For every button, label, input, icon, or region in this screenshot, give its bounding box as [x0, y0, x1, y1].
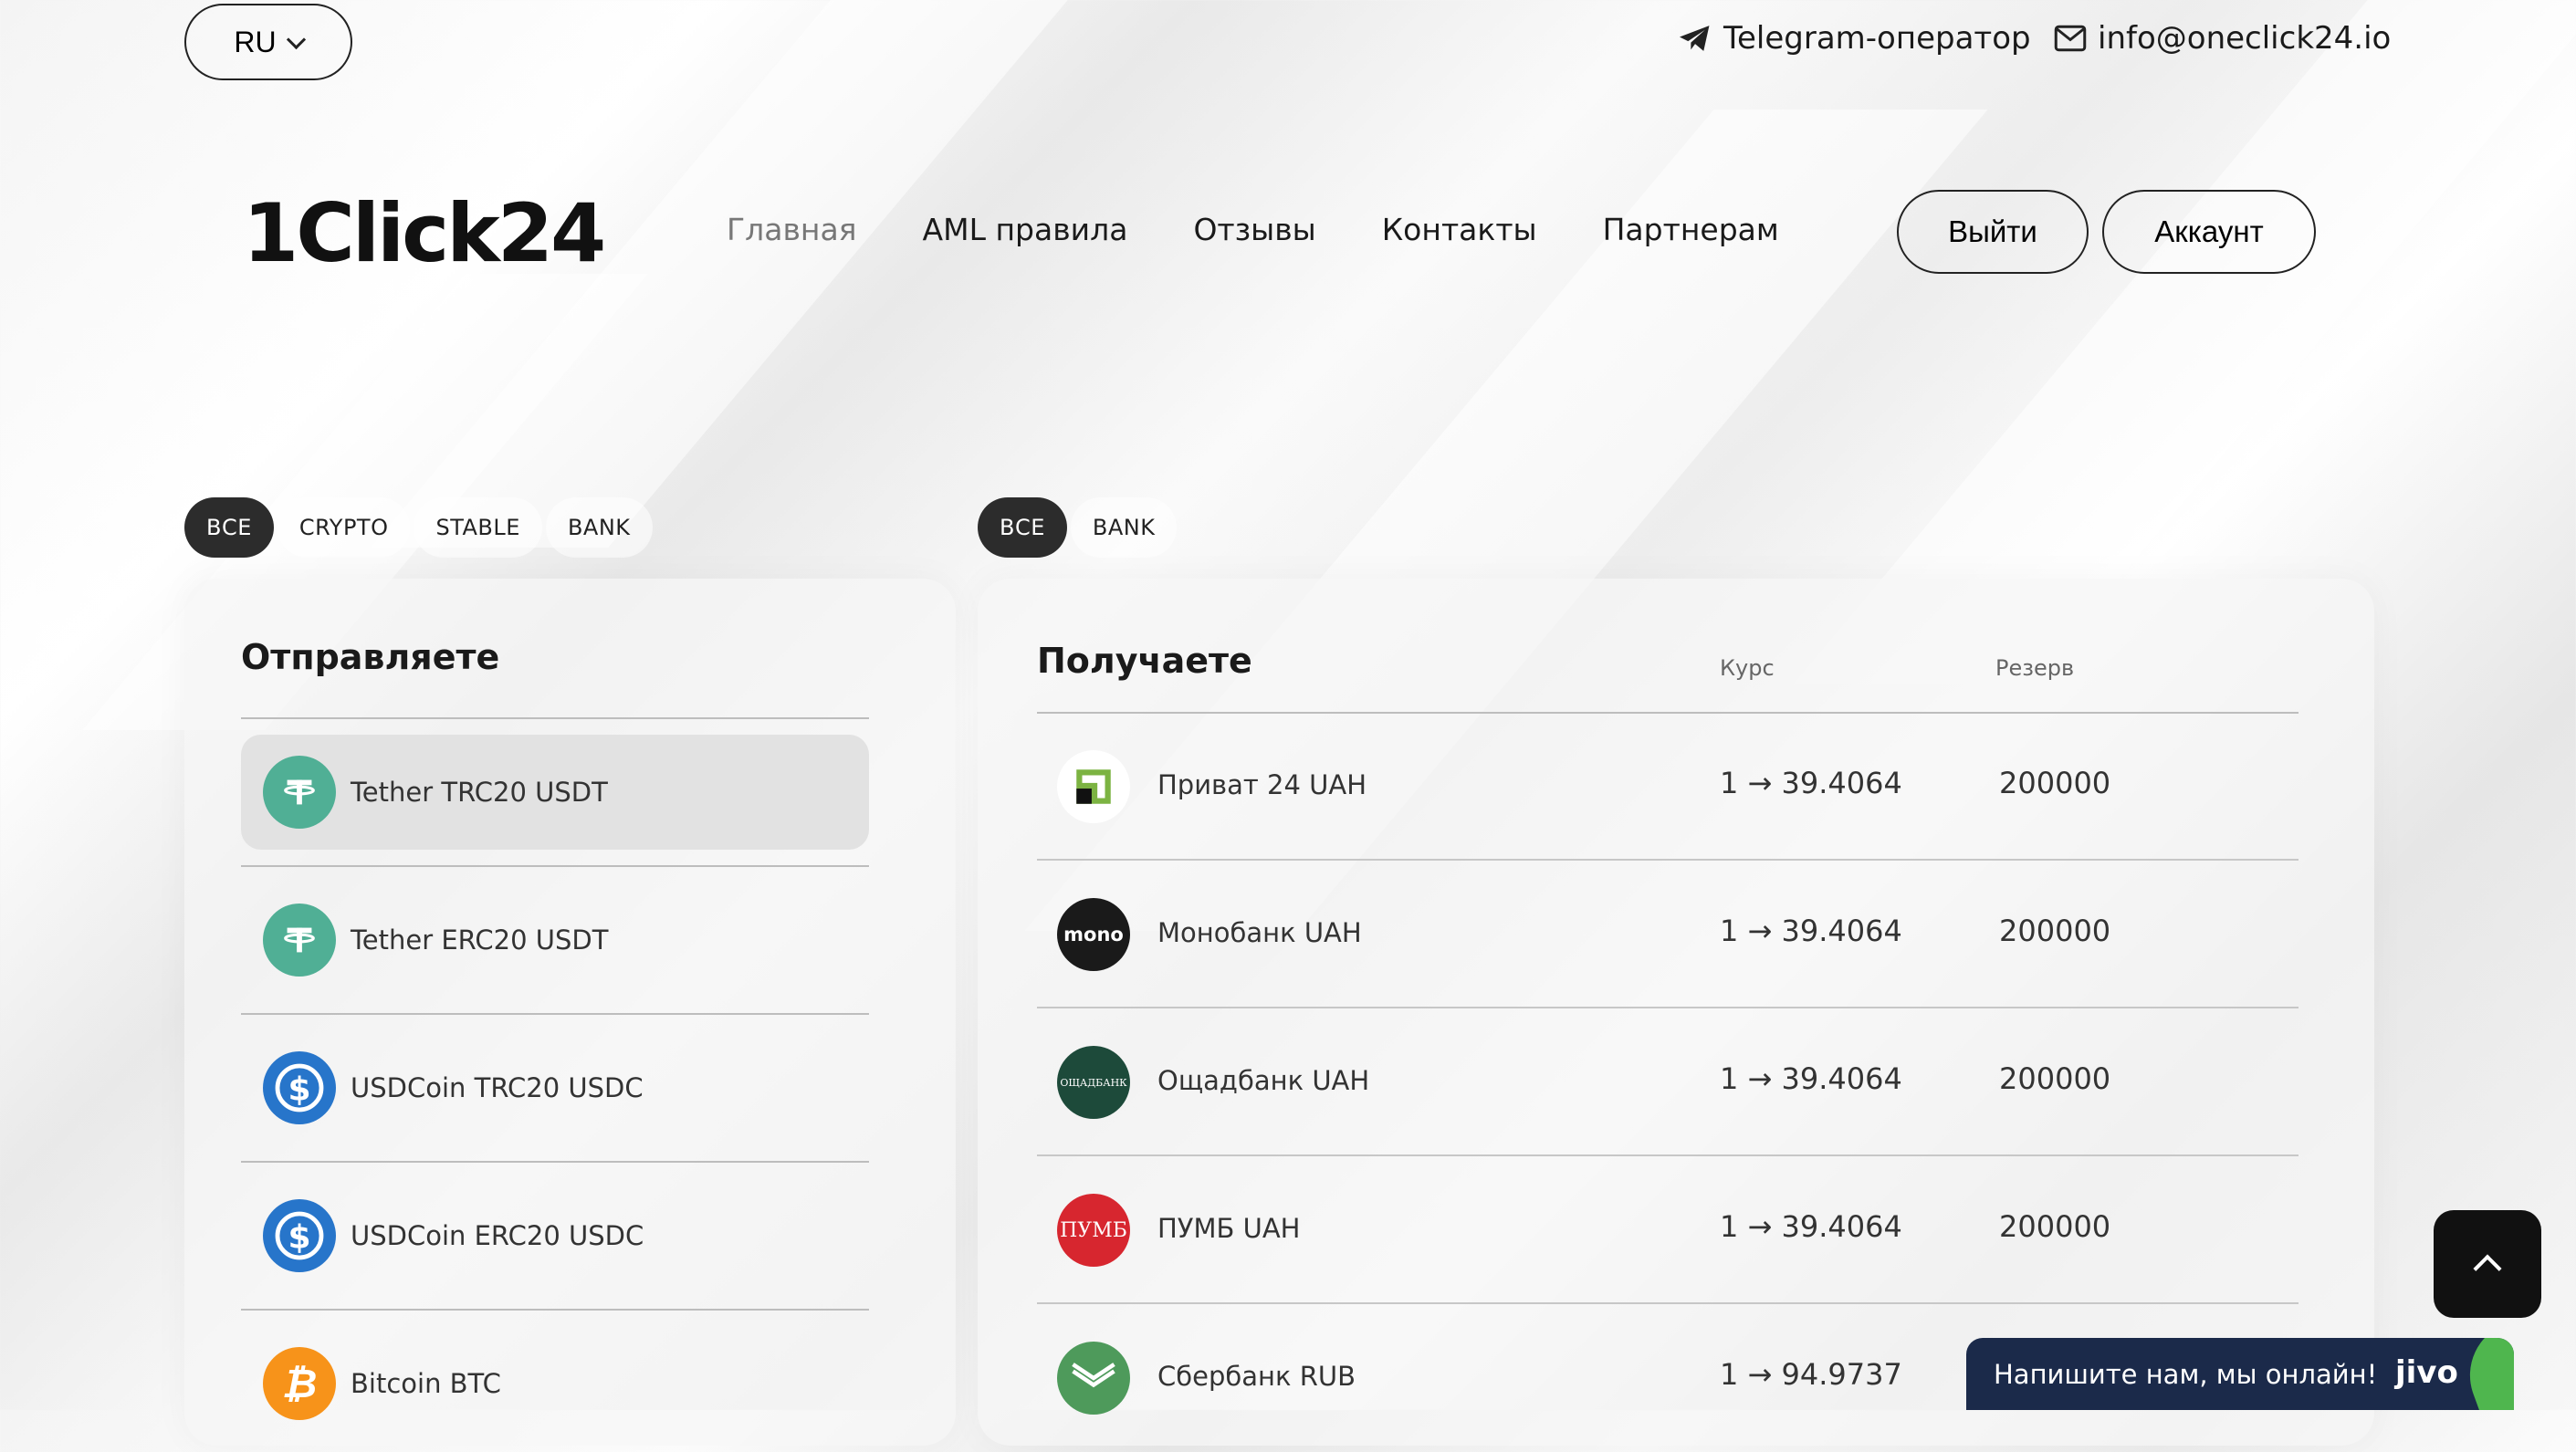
pumb-icon-text: ПУМБ [1060, 1218, 1127, 1242]
telegram-icon [1680, 26, 1710, 51]
divider [241, 1161, 869, 1163]
send-item-bitcoin[interactable]: ₿ Bitcoin BTC [241, 1326, 869, 1441]
send-item-usdc-erc20[interactable]: $ USDCoin ERC20 USDC [241, 1178, 869, 1293]
reserve-amount: 200000 [1999, 766, 2111, 800]
divider [1037, 1302, 2299, 1304]
sberbank-icon [1057, 1342, 1130, 1415]
receive-filter-all[interactable]: ВСЕ [978, 497, 1067, 558]
bank-name: ПУМБ UAH [1157, 1213, 1301, 1244]
logout-button[interactable]: Выйти [1897, 190, 2089, 274]
exchange-rate: 1 → 39.4064 [1720, 1209, 1902, 1244]
send-filter-crypto[interactable]: CRYPTO [277, 497, 411, 558]
divider [241, 865, 869, 867]
send-item-label: Bitcoin BTC [351, 1368, 501, 1399]
receive-filter-chips: ВСЕ BANK [978, 497, 1178, 558]
exchange-rate: 1 → 39.4064 [1720, 914, 1902, 948]
bank-name: Приват 24 UAH [1157, 769, 1367, 800]
language-label: RU [234, 25, 277, 58]
oschadbank-icon: ОЩАДБАНК [1057, 1046, 1130, 1119]
account-button[interactable]: Аккаунт [2102, 190, 2316, 274]
receive-item-oschadbank[interactable]: ОЩАДБАНК Ощадбанк UAH 1 → 39.4064 200000 [1037, 1010, 2299, 1156]
reserve-amount: 200000 [1999, 1209, 2111, 1244]
chevron-up-icon [2473, 1254, 2502, 1283]
oschadbank-icon-text: ОЩАДБАНК [1060, 1076, 1127, 1089]
divider [1037, 712, 2299, 714]
nav-reviews[interactable]: Отзывы [1193, 212, 1315, 247]
tether-icon [263, 904, 336, 977]
bitcoin-icon: ₿ [263, 1347, 336, 1420]
reserve-amount: 200000 [1999, 1061, 2111, 1096]
reserve-column-header: Резерв [1995, 655, 2075, 681]
receive-item-privat24[interactable]: Приват 24 UAH 1 → 39.4064 200000 [1037, 715, 2299, 861]
send-filter-chips: ВСЕ CRYPTO STABLE BANK [184, 497, 653, 558]
leaf-icon [2455, 1338, 2514, 1410]
receive-title: Получаете [1037, 641, 1252, 681]
monobank-icon-text: mono [1063, 924, 1124, 945]
send-item-tether-erc20[interactable]: Tether ERC20 USDT [241, 883, 869, 998]
bank-name: Сбербанк RUB [1157, 1361, 1356, 1392]
reserve-amount: 200000 [1999, 914, 2111, 948]
divider [1037, 859, 2299, 861]
bank-name: Ощадбанк UAH [1157, 1065, 1370, 1096]
privat24-icon [1057, 750, 1130, 823]
send-filter-all[interactable]: ВСЕ [184, 497, 274, 558]
exchange-rate: 1 → 39.4064 [1720, 766, 1902, 800]
email-link[interactable]: info@oneclick24.io [2054, 20, 2391, 57]
telegram-label: Telegram-оператор [1723, 20, 2031, 57]
main-nav: Главная AML правила Отзывы Контакты Парт… [727, 212, 1779, 247]
pumb-icon: ПУМБ [1057, 1194, 1130, 1267]
send-item-label: Tether ERC20 USDT [351, 924, 609, 956]
send-item-usdc-trc20[interactable]: $ USDCoin TRC20 USDC [241, 1030, 869, 1145]
nav-home[interactable]: Главная [727, 212, 857, 247]
send-item-label: USDCoin ERC20 USDC [351, 1220, 644, 1251]
divider [1037, 1007, 2299, 1008]
send-filter-bank[interactable]: BANK [545, 497, 653, 558]
mail-icon [2054, 25, 2087, 52]
usdc-icon: $ [263, 1051, 336, 1124]
svg-text:$: $ [288, 1071, 310, 1109]
send-item-label: Tether TRC20 USDT [351, 777, 608, 808]
exchange-rate: 1 → 39.4064 [1720, 1061, 1902, 1096]
bank-name: Монобанк UAH [1157, 917, 1362, 948]
chat-widget[interactable]: Напишите нам, мы онлайн! jivo [1966, 1338, 2514, 1410]
divider [241, 1013, 869, 1015]
chat-prompt: Напишите нам, мы онлайн! [1994, 1358, 2378, 1390]
rate-column-header: Курс [1720, 655, 1775, 681]
nav-contacts[interactable]: Контакты [1382, 212, 1537, 247]
chevron-down-icon [286, 29, 306, 49]
receive-item-monobank[interactable]: mono Монобанк UAH 1 → 39.4064 200000 [1037, 862, 2299, 1008]
telegram-operator-link[interactable]: Telegram-оператор [1678, 20, 2031, 57]
send-item-label: USDCoin TRC20 USDC [351, 1072, 644, 1103]
language-selector[interactable]: RU [184, 4, 352, 80]
send-filter-stable[interactable]: STABLE [414, 497, 542, 558]
svg-text:$: $ [288, 1219, 310, 1257]
logo[interactable]: 1Click24 [243, 186, 606, 280]
exchange-rate: 1 → 94.9737 [1720, 1357, 1902, 1392]
send-panel [184, 579, 956, 1446]
send-item-tether-trc20[interactable]: Tether TRC20 USDT [241, 735, 869, 850]
divider [241, 717, 869, 719]
tether-icon [263, 756, 336, 829]
divider [1037, 1154, 2299, 1156]
divider [241, 1309, 869, 1311]
send-title: Отправляете [241, 637, 500, 677]
jivo-logo: jivo [2395, 1354, 2458, 1391]
scroll-to-top-button[interactable] [2434, 1210, 2541, 1318]
receive-item-pumb[interactable]: ПУМБ ПУМБ UAH 1 → 39.4064 200000 [1037, 1158, 2299, 1304]
monobank-icon: mono [1057, 898, 1130, 971]
logo-text: 1Click24 [243, 186, 606, 280]
nav-partners[interactable]: Партнерам [1603, 212, 1779, 247]
email-label: info@oneclick24.io [2098, 20, 2392, 57]
nav-aml-rules[interactable]: AML правила [923, 212, 1128, 247]
receive-filter-bank[interactable]: BANK [1070, 497, 1178, 558]
usdc-icon: $ [263, 1199, 336, 1272]
